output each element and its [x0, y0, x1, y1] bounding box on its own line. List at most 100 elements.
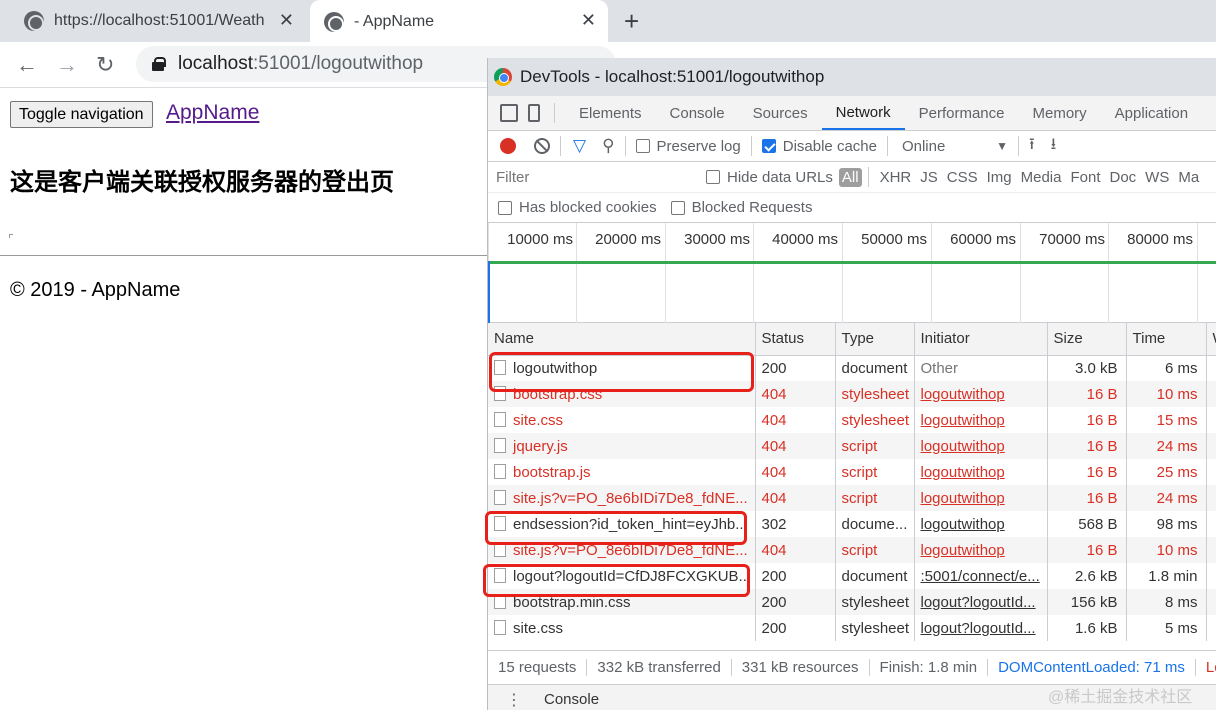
tab-sources[interactable]: Sources [739, 96, 822, 130]
column-header-initiator[interactable]: Initiator [914, 323, 1048, 356]
request-name[interactable]: bootstrap.js [513, 464, 591, 481]
column-header-name[interactable]: Name [488, 323, 756, 356]
type-filter-css[interactable]: CSS [947, 169, 978, 186]
cell-initiator: Other [914, 355, 1048, 381]
cell-waterfall [1206, 537, 1216, 563]
network-toolbar: ▽ ⚲ Preserve log Disable cache Online ▼ … [488, 131, 1216, 162]
hide-data-urls-checkbox[interactable]: Hide data URLs [706, 169, 833, 186]
network-overview-timeline[interactable]: 10000 ms 20000 ms 30000 ms 40000 ms 5000… [488, 223, 1216, 323]
table-row[interactable]: bootstrap.js 404 script logoutwithop 16 B 25 … [488, 459, 1216, 485]
separator [554, 103, 555, 123]
checkbox-unchecked[interactable] [635, 139, 650, 153]
table-row[interactable]: site.js?v=PO_8e6bIDi7De8_fdNE... 404 scrip… [488, 485, 1216, 511]
initiator-link[interactable]: logoutwithop [921, 542, 1005, 559]
initiator-link[interactable]: logoutwithop [921, 490, 1005, 507]
cell-time: 24 ms [1126, 433, 1207, 459]
tab-elements[interactable]: Elements [565, 96, 656, 130]
has-blocked-cookies-checkbox[interactable]: Has blocked cookies [498, 199, 657, 216]
checkbox-unchecked[interactable] [670, 200, 685, 215]
cell-initiator: logout?logoutId... [914, 589, 1048, 615]
table-row[interactable]: site.css 200 stylesheet logout?logoutId... 1… [488, 615, 1216, 641]
kebab-menu-icon[interactable]: ⋮ [506, 690, 522, 710]
inspect-element-icon[interactable] [500, 104, 518, 122]
export-har-icon[interactable]: ⭳ [1051, 133, 1057, 160]
file-icon [494, 463, 506, 479]
throttling-select[interactable]: Online ▼ [898, 138, 1008, 155]
disable-cache-checkbox[interactable]: Disable cache [761, 138, 877, 155]
tab-console[interactable]: Console [656, 96, 739, 130]
filter-input[interactable] [492, 165, 692, 189]
filter-icon[interactable]: ▽ [573, 136, 586, 156]
table-row[interactable]: site.css 404 stylesheet logoutwithop 16 B 15 … [488, 407, 1216, 433]
clear-icon[interactable] [534, 138, 550, 154]
summary-transferred: 332 kB transferred [587, 659, 732, 676]
initiator-link[interactable]: logout?logoutId... [921, 594, 1036, 611]
initiator-link[interactable]: logoutwithop [921, 386, 1005, 403]
close-icon[interactable]: ✕ [581, 10, 596, 31]
timeline-dcl-line [488, 261, 490, 323]
type-filter-img[interactable]: Img [987, 169, 1012, 186]
toggle-navigation-button[interactable]: Toggle navigation [10, 101, 153, 128]
cell-waterfall [1206, 589, 1216, 615]
type-filter-js[interactable]: JS [920, 169, 938, 186]
initiator-link[interactable]: logoutwithop [921, 438, 1005, 455]
initiator-link[interactable]: logoutwithop [921, 412, 1005, 429]
browser-tab-weather[interactable]: https://localhost:51001/Weath ✕ [0, 0, 306, 42]
column-header-time[interactable]: Time [1126, 323, 1207, 356]
initiator-link[interactable]: logout?logoutId... [921, 620, 1036, 637]
request-name[interactable]: site.css [513, 620, 563, 637]
tick-label: 80000 ms [1127, 231, 1193, 248]
column-header-size[interactable]: Size [1047, 323, 1127, 356]
type-filter-doc[interactable]: Doc [1109, 169, 1136, 186]
forward-icon[interactable]: → [56, 52, 78, 78]
new-tab-icon[interactable]: + [624, 6, 639, 37]
preserve-log-checkbox[interactable]: Preserve log [635, 138, 741, 155]
tab-performance[interactable]: Performance [905, 96, 1019, 130]
type-filter-manifest[interactable]: Ma [1178, 169, 1199, 186]
hide-data-urls-label: Hide data URLs [727, 168, 833, 186]
record-icon[interactable] [500, 138, 516, 154]
request-name[interactable]: jquery.js [513, 438, 568, 455]
reload-icon[interactable]: ↻ [96, 52, 114, 78]
type-filter-font[interactable]: Font [1070, 169, 1100, 186]
column-header-waterfall[interactable]: W [1206, 323, 1216, 356]
back-icon[interactable]: ← [16, 52, 38, 78]
brand-link[interactable]: AppName [166, 101, 259, 125]
browser-tab-appname[interactable]: - AppName ✕ [310, 0, 608, 44]
drawer-tab-console[interactable]: Console [544, 691, 599, 708]
url-host: localhost [178, 53, 253, 74]
request-name[interactable]: site.css [513, 412, 563, 429]
cell-time: 24 ms [1126, 485, 1207, 511]
checkbox-checked[interactable] [761, 139, 776, 153]
checkbox-unchecked[interactable] [706, 170, 720, 184]
blocked-requests-checkbox[interactable]: Blocked Requests [670, 199, 812, 216]
device-toolbar-icon[interactable] [528, 104, 540, 122]
initiator-link[interactable]: :5001/connect/e... [921, 568, 1040, 585]
cell-status: 200 [755, 355, 836, 381]
checkbox-unchecked[interactable] [498, 200, 512, 215]
type-filter-all[interactable]: All [838, 167, 862, 187]
tick-label: 10000 ms [507, 231, 573, 248]
search-icon[interactable]: ⚲ [602, 136, 614, 156]
close-icon[interactable]: ✕ [279, 10, 294, 31]
cell-name: site.css [488, 615, 756, 641]
column-header-type[interactable]: Type [835, 323, 915, 356]
network-filterbar-secondary: Has blocked cookies Blocked Requests [488, 193, 1216, 223]
column-header-status[interactable]: Status [755, 323, 836, 356]
import-har-icon[interactable]: ⭱ [1029, 133, 1035, 160]
tab-title: - AppName [354, 13, 435, 30]
cell-time: 6 ms [1126, 355, 1207, 381]
type-filter-media[interactable]: Media [1021, 169, 1062, 186]
cell-time: 1.8 min [1126, 563, 1207, 589]
tab-memory[interactable]: Memory [1019, 96, 1101, 130]
initiator-link[interactable]: logoutwithop [921, 516, 1005, 533]
initiator-link[interactable]: logoutwithop [921, 464, 1005, 481]
tab-application[interactable]: Application [1101, 96, 1202, 130]
network-filterbar: Hide data URLs All XHR JS CSS Img Media … [488, 162, 1216, 193]
table-row[interactable]: jquery.js 404 script logoutwithop 16 B 24 ms [488, 433, 1216, 459]
type-filter-xhr[interactable]: XHR [880, 169, 912, 186]
request-name[interactable]: site.js?v=PO_8e6bIDi7De8_fdNE... [513, 490, 748, 507]
type-filter-ws[interactable]: WS [1145, 169, 1169, 186]
tab-network[interactable]: Network [821, 96, 905, 130]
cell-time: 25 ms [1126, 459, 1207, 485]
